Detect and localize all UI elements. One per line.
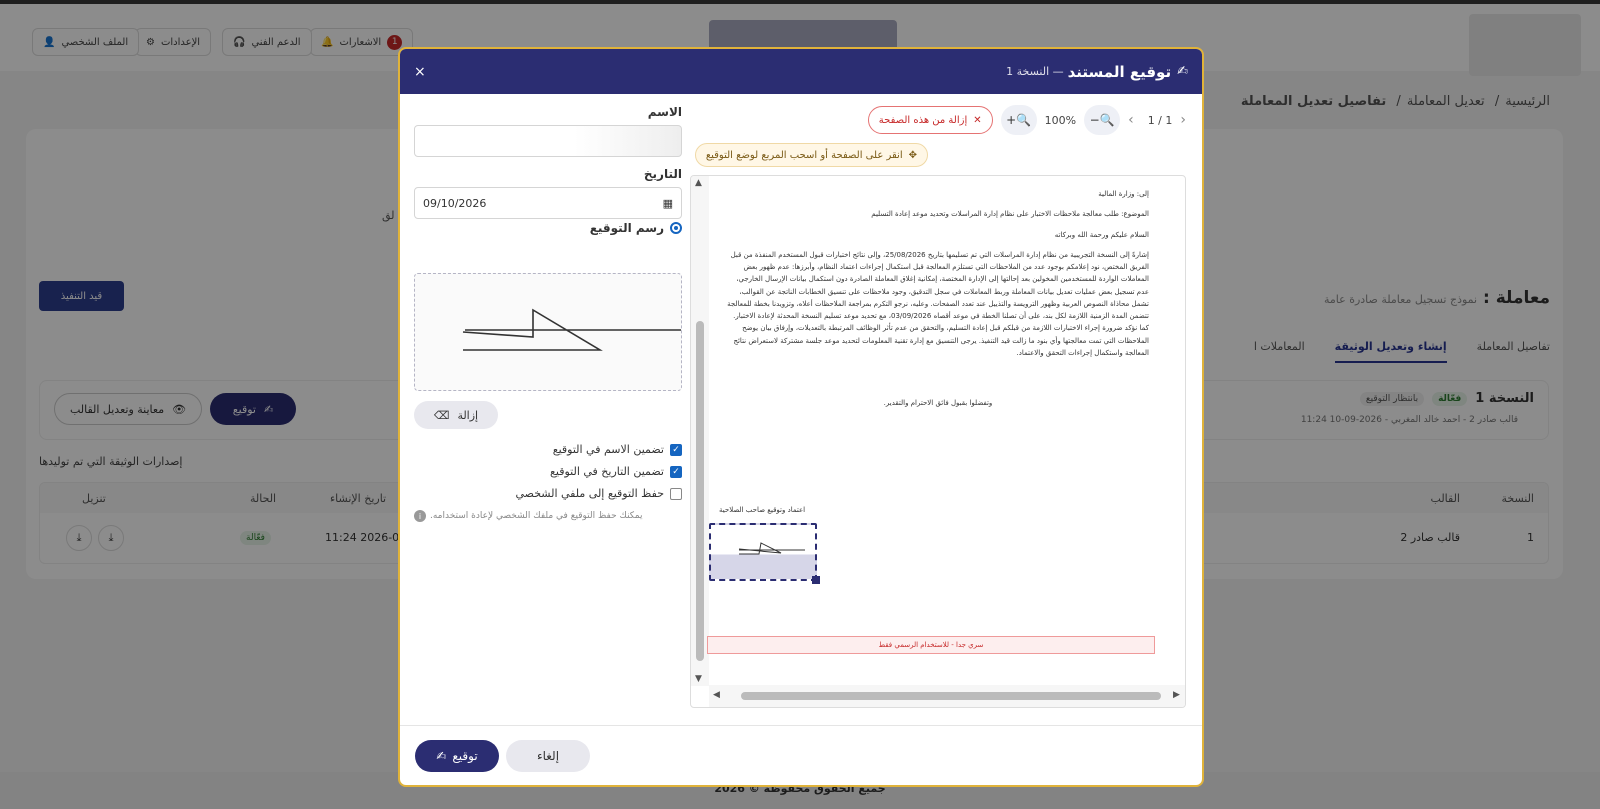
signature-icon: ✍ [436,749,447,763]
scroll-right-icon[interactable]: ▶ [1173,690,1180,700]
prev-page-icon[interactable]: › [1128,112,1134,128]
doc-recipient: إلى: وزارة المالية [1098,190,1149,198]
zoom-in-icon[interactable]: 🔍+ [1000,105,1037,135]
include-name-option[interactable]: ✓ تضمين الاسم في التوقيع [414,443,682,456]
signature-form: الاسم التاريخ 09/10/2026 ▦ رسم التوقيع إ… [414,105,682,522]
vertical-scrollbar[interactable]: ▲ ▼ [691,176,709,686]
move-icon: ✥ [908,149,917,161]
zoom-out-icon[interactable]: 🔍− [1084,105,1121,135]
document-viewer[interactable]: ▲ ▼ إلى: وزارة المالية الموضوع: طلب معال… [690,175,1186,708]
remove-from-page-label: إزالة من هذه الصفحة [878,114,968,126]
save-note: يمكنك حفظ التوقيع في ملفك الشخصي لإعادة … [414,510,682,522]
save-to-profile-checkbox[interactable] [670,487,682,500]
save-to-profile-label: حفظ التوقيع إلى ملفي الشخصي [515,487,664,500]
name-field[interactable] [414,125,682,157]
include-name-label: تضمين الاسم في التوقيع [552,443,664,456]
draw-signature-option[interactable]: رسم التوقيع [414,221,682,235]
page-indicator: 1 / 1 [1147,113,1173,127]
date-value: 09/10/2026 [423,196,487,210]
remove-from-page-button[interactable]: ✕ إزالة من هذه الصفحة [867,106,993,134]
horizontal-scroll-thumb[interactable] [741,692,1161,700]
draw-radio[interactable] [670,222,682,234]
clear-label: إزالة [457,408,479,422]
sign-button[interactable]: توقيع ✍ [415,740,499,772]
dialog-title: توقيع المستند [1067,62,1172,81]
document-page[interactable]: إلى: وزارة المالية الموضوع: طلب معالجة م… [709,176,1179,686]
doc-greeting: السلام عليكم ورحمة الله وبركاته [1054,230,1149,239]
info-icon: i [414,510,426,522]
include-name-checkbox[interactable]: ✓ [670,443,682,456]
zoom-level: 100% [1044,113,1077,127]
save-note-text: يمكنك حفظ التوقيع في ملفك الشخصي لإعادة … [430,511,643,521]
doc-subject: الموضوع: طلب معالجة ملاحظات الاختبار على… [871,210,1149,219]
draw-signature-label: رسم التوقيع [589,221,664,235]
dialog-footer: توقيع ✍ إلغاء [400,725,1202,785]
close-icon: ✕ [973,114,982,126]
include-date-option[interactable]: ✓ تضمين التاريخ في التوقيع [414,465,682,478]
sign-document-dialog: ✍ توقيع المستند — النسخة 1 × ‹ 1 / 1 › 🔍… [398,47,1204,787]
scroll-left-icon[interactable]: ◀ [713,690,720,700]
vertical-scroll-thumb[interactable] [696,321,704,661]
dialog-header: ✍ توقيع المستند — النسخة 1 × [400,49,1202,94]
toolbar-row: ‹ 1 / 1 › 🔍− 100% 🔍+ ✕ إزالة من هذه الصف… [690,105,1186,135]
signature-icon: ✍ [1177,64,1188,79]
doc-body: إشارةً إلى النسخة التجريبية من نظام إدار… [727,250,1149,357]
date-field[interactable]: 09/10/2026 ▦ [414,187,682,219]
signature-drawing-pad[interactable] [414,273,682,391]
close-icon[interactable]: × [414,64,426,80]
save-to-profile-option[interactable]: حفظ التوقيع إلى ملفي الشخصي [414,487,682,500]
eraser-icon: ⌫ [433,408,450,422]
confidential-stamp: سري جدا - للاستخدام الرسمي فقط [707,636,1155,654]
clear-signature-button[interactable]: إزالة ⌫ [414,401,498,429]
include-date-label: تضمين التاريخ في التوقيع [550,465,664,478]
include-date-checkbox[interactable]: ✓ [670,465,682,478]
dialog-version: — النسخة 1 [1006,65,1064,78]
placement-hint-text: انقر على الصفحة أو اسحب المربع لوضع التو… [705,149,903,161]
scroll-up-icon[interactable]: ▲ [695,178,702,188]
cancel-button[interactable]: إلغاء [506,740,590,772]
placement-hint: ✥ انقر على الصفحة أو اسحب المربع لوضع ال… [694,143,928,167]
doc-closing: وتفضلوا بقبول فائق الاحترام والتقدير. [883,399,993,407]
scroll-down-icon[interactable]: ▼ [695,674,702,684]
calendar-icon[interactable]: ▦ [663,197,673,210]
sign-label: توقيع [452,749,478,763]
name-label: الاسم [647,105,682,119]
next-page-icon[interactable]: ‹ [1180,112,1186,128]
signature-placement-box[interactable] [709,523,820,584]
viewer-toolbar: ‹ 1 / 1 › 🔍− 100% 🔍+ ✕ إزالة من هذه الصف… [690,105,1186,135]
horizontal-scrollbar[interactable]: ◀ ▶ [709,685,1185,707]
drawn-signature [462,308,681,351]
date-label: التاريخ [643,167,682,181]
signature-preview [738,542,805,555]
doc-approval-label: اعتماد وتوقيع صاحب الصلاحية [719,506,806,514]
resize-handle[interactable] [812,576,820,584]
